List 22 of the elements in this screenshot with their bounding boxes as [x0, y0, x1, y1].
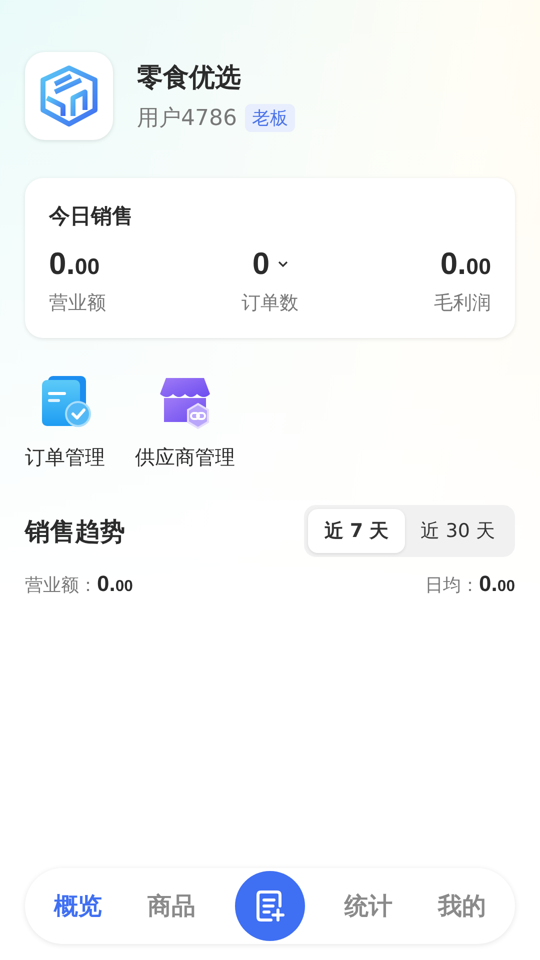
- metric-label: 营业额: [49, 291, 106, 316]
- metric-label: 订单数: [242, 291, 298, 316]
- user-id: 用户4786: [137, 104, 237, 132]
- metric-label: 毛利润: [434, 291, 491, 316]
- document-plus-icon: [254, 889, 285, 923]
- role-badge: 老板: [245, 104, 295, 132]
- range-tab[interactable]: 近 7 天: [308, 509, 405, 553]
- card-title: 今日销售: [49, 203, 134, 230]
- section-title: 销售趋势: [25, 516, 125, 548]
- stat-label: 日均：: [425, 574, 480, 597]
- stat-label: 营业额：: [25, 574, 97, 597]
- nav-tab[interactable]: 概览: [48, 886, 108, 926]
- store-name: 零食优选: [137, 62, 242, 94]
- stat-value: 0.00: [479, 571, 515, 597]
- metric-value: 0: [252, 246, 270, 282]
- metric-value: 0.00: [49, 246, 100, 282]
- range-tab[interactable]: 近 30 天: [404, 509, 511, 553]
- metric-value: 0.00: [440, 246, 491, 282]
- stat-value: 0.00: [97, 571, 133, 597]
- chevron-down-icon: [278, 260, 288, 268]
- shortcut-button[interactable]: 供应商管理: [135, 374, 235, 471]
- shortcut-button[interactable]: 订单管理: [25, 374, 105, 471]
